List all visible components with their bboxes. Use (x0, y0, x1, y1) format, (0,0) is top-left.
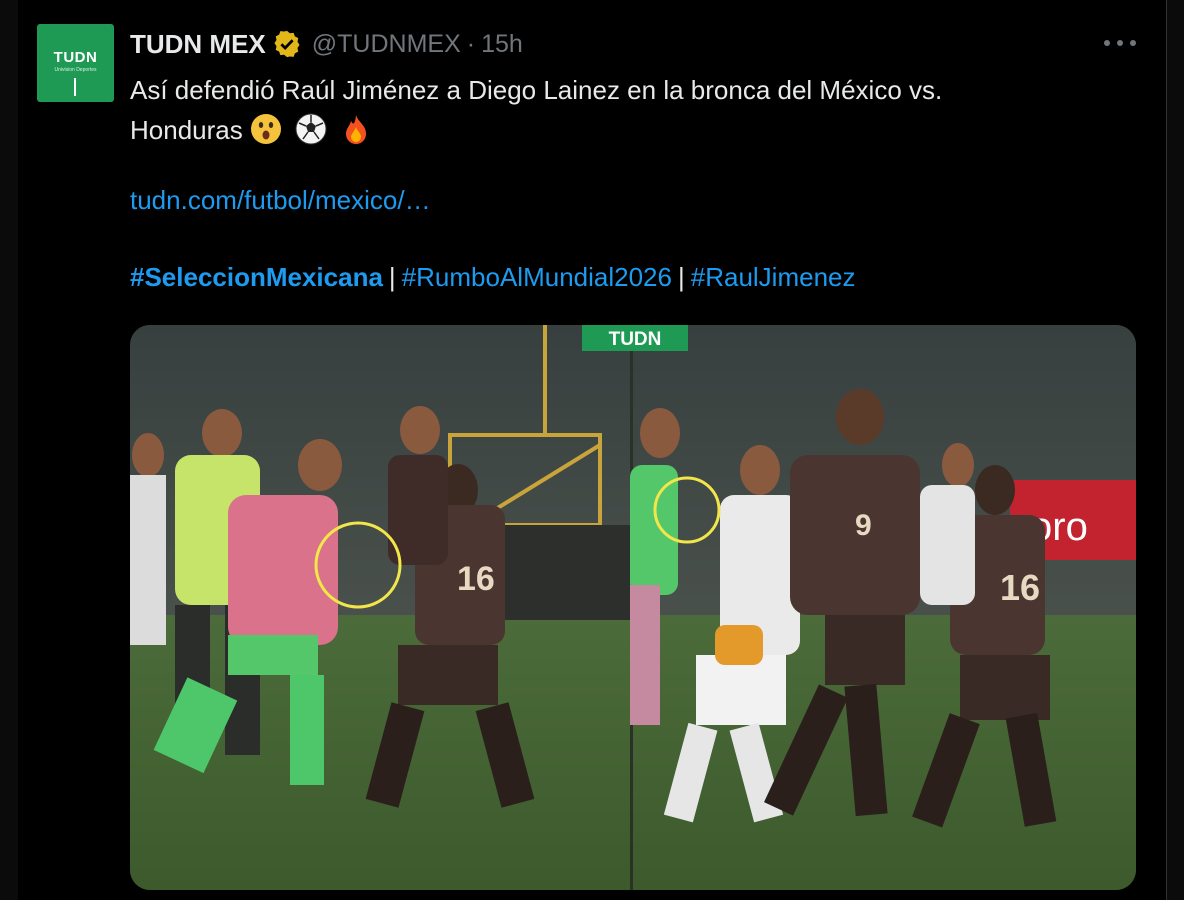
avatar-logo-text: TUDN (53, 49, 98, 66)
hashtag-separator: | (388, 262, 396, 292)
soccer-ball-icon (295, 113, 327, 145)
svg-text:16: 16 (457, 560, 495, 598)
tweet-text-line-1: Así defendió Raúl Jiménez a Diego Lainez… (130, 75, 943, 105)
verified-badge-icon[interactable] (272, 29, 302, 59)
tweet-link[interactable]: tudn.com/futbol/mexico/… (130, 185, 431, 216)
tweet-header: TUDN MEX @TUDNMEX · 15h (130, 26, 523, 62)
svg-text:16: 16 (1000, 567, 1040, 608)
tweet-text: Así defendió Raúl Jiménez a Diego Lainez… (130, 70, 1130, 150)
astonished-face-icon (250, 114, 281, 144)
tweet-text-line-2-text: Honduras (130, 115, 243, 145)
watermark-text: TUDN (609, 329, 662, 350)
timestamp[interactable]: 15h (481, 30, 523, 59)
more-dot (1104, 40, 1110, 46)
tweet-text-line-2: Honduras (130, 110, 1130, 150)
separator-dot: · (466, 29, 476, 58)
more-dot (1130, 40, 1136, 46)
avatar-logo-subtext: Univision Deportes (54, 67, 97, 73)
display-name[interactable]: TUDN MEX (130, 29, 266, 60)
media-photo: oro TUDN 16 9 16 (130, 325, 1136, 890)
avatar[interactable]: TUDN Univision Deportes (37, 24, 114, 102)
more-options-icon[interactable] (1104, 34, 1136, 52)
more-dot (1117, 40, 1123, 46)
avatar-logo-bar (74, 78, 76, 96)
hashtags: #SeleccionMexicana | #RumboAlMundial2026 | #… (130, 262, 856, 293)
handle[interactable]: @TUDNMEX (312, 30, 461, 59)
hashtag-raul-jimenez[interactable]: #RaulJimenez (691, 262, 856, 292)
hashtag-seleccion-mexicana[interactable]: #SeleccionMexicana (130, 262, 383, 292)
hashtag-separator: | (677, 262, 685, 292)
hashtag-rumbo-al-mundial[interactable]: #RumboAlMundial2026 (402, 262, 672, 292)
timeline-right-border (1166, 0, 1184, 900)
timeline-left-border (0, 0, 18, 900)
fire-icon (346, 115, 367, 144)
svg-text:9: 9 (855, 509, 872, 542)
tweet-media-image[interactable]: oro TUDN 16 9 16 (130, 325, 1136, 890)
player-left-edge (130, 433, 166, 645)
